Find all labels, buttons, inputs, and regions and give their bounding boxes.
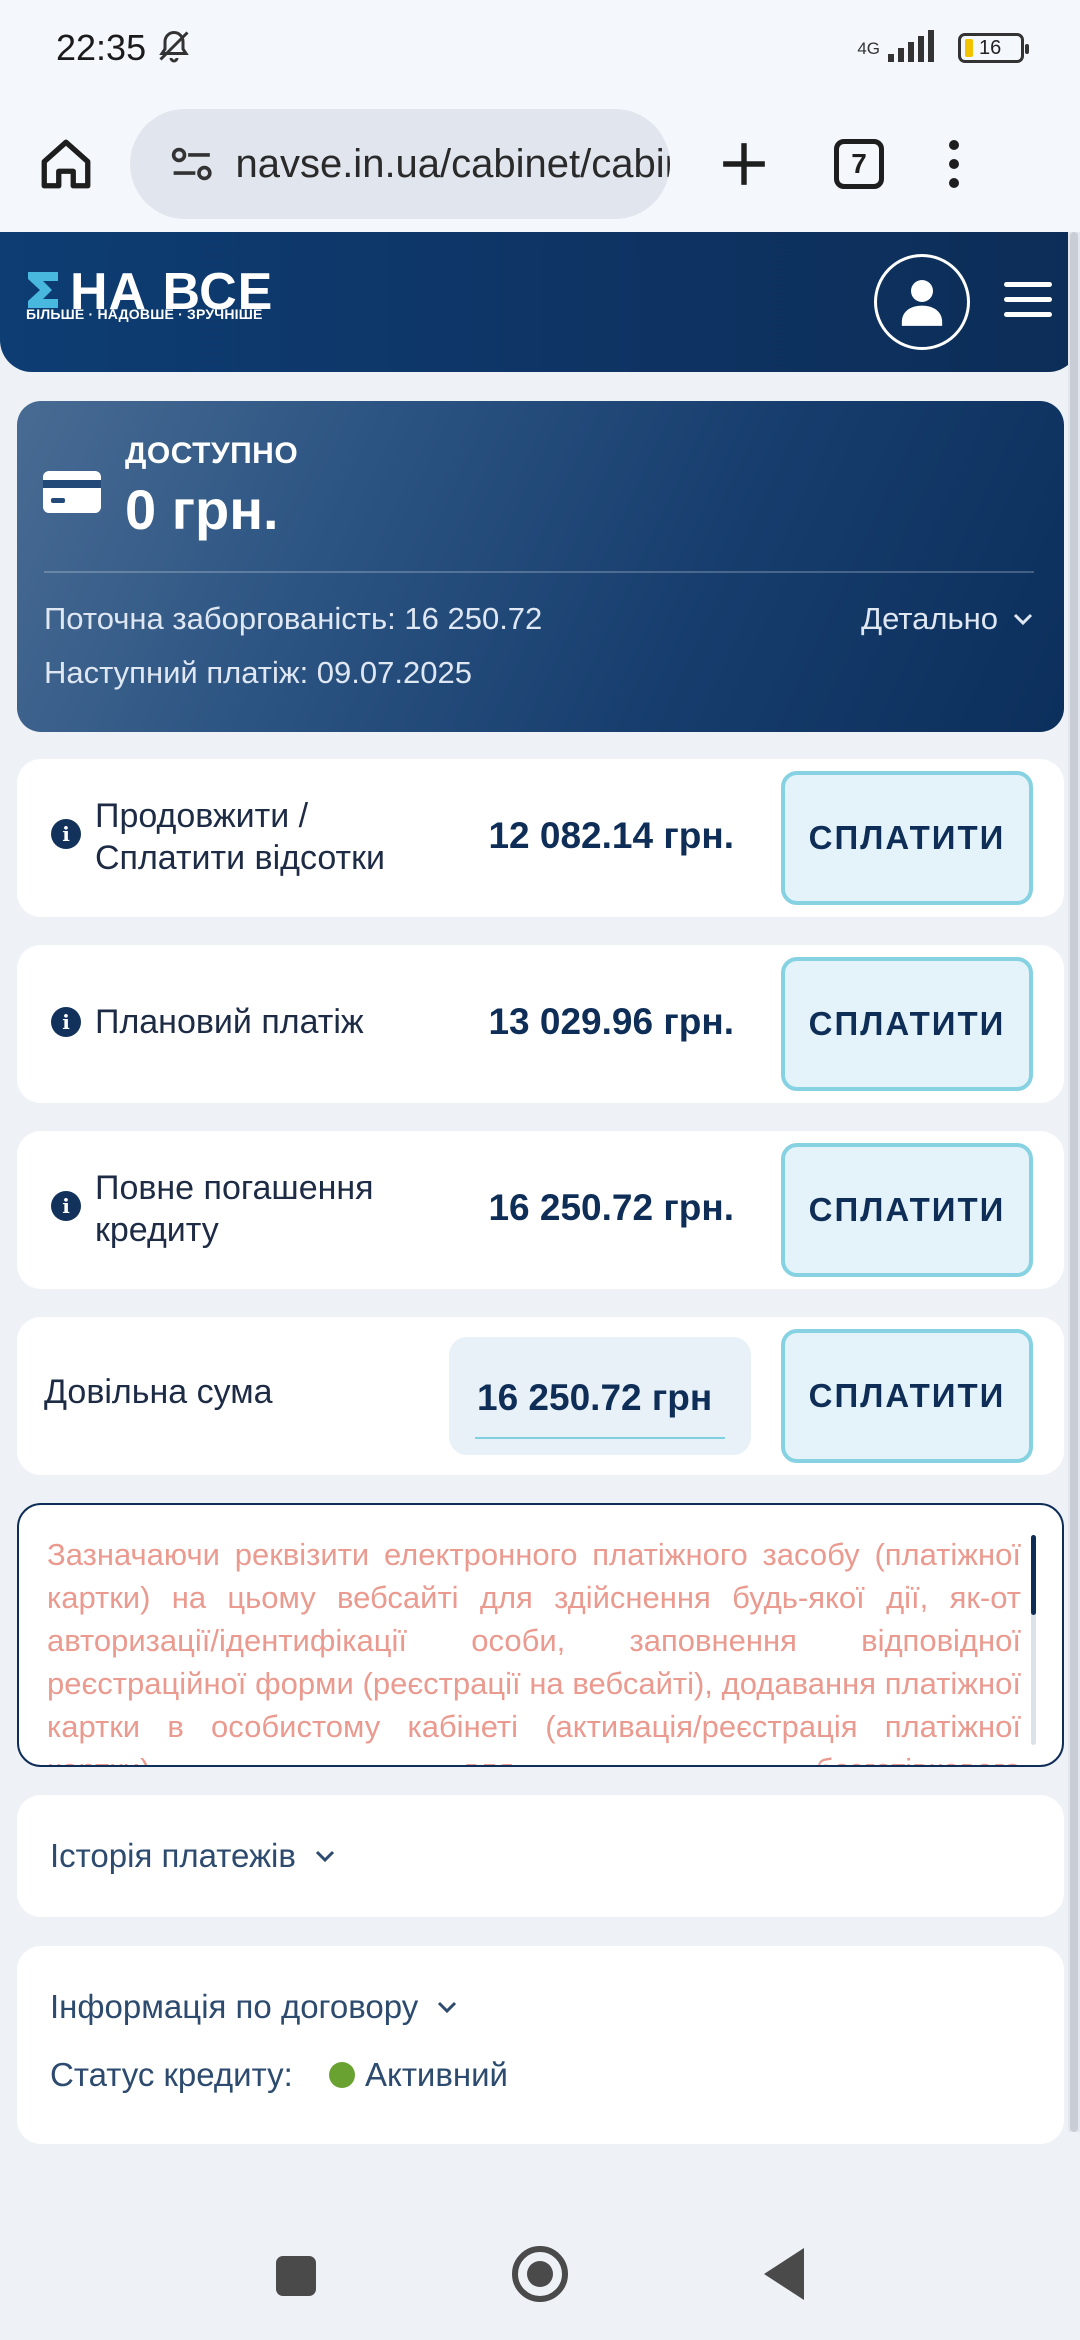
payment-row-custom: Довільна сума 16 250.72 грн СПЛАТИТИ [17, 1317, 1064, 1475]
bell-off-icon [156, 28, 192, 69]
payment-row-extend: i Продовжити / Сплатити відсотки 12 082.… [17, 759, 1064, 917]
credit-status-label: Статус кредиту: [50, 2056, 293, 2093]
payment-amount: 13 029.96 грн. [488, 1001, 734, 1042]
pay-button-custom[interactable]: СПЛАТИТИ [781, 1329, 1033, 1463]
balance-card: ДОСТУПНО 0 грн. Поточна заборгованість: … [17, 401, 1064, 732]
contract-info-toggle[interactable]: Інформація по договору [50, 1988, 458, 2026]
status-right: 4G 16 [857, 29, 1029, 67]
hamburger-line [1004, 297, 1052, 302]
status-time: 22:35 [56, 27, 147, 68]
sigma-logo-icon [28, 272, 58, 308]
status-left: 22:35 [56, 27, 192, 69]
url-text: navse.in.ua/cabinet/cabinet [235, 141, 670, 186]
battery-level: 16 [979, 37, 1002, 59]
info-icon[interactable]: i [51, 1191, 81, 1221]
chevron-down-icon [438, 2001, 457, 2014]
terms-box[interactable]: Зазначаючи реквізити електронного платіж… [17, 1503, 1064, 1767]
custom-amount-label: Довільна сума [44, 1373, 273, 1411]
payment-amount: 16 250.72 грн. [488, 1187, 734, 1228]
custom-amount-value: 16 250.72 грн [477, 1377, 713, 1418]
brand-slogan: БІЛЬШЕ · НАДОВШЕ · ЗРУЧНІШЕ [26, 306, 263, 322]
credit-card-icon [43, 471, 101, 513]
custom-amount-input[interactable]: 16 250.72 грн [449, 1337, 751, 1455]
battery-fill [965, 39, 973, 57]
payment-history-accordion: Історія платежів [17, 1795, 1064, 1917]
browser-menu-button[interactable] [934, 132, 974, 196]
hamburger-line [1004, 282, 1052, 287]
browser-home-button[interactable] [32, 130, 100, 198]
tab-switcher-button[interactable]: 7 [834, 139, 884, 189]
next-payment: Наступний платіж: 09.07.2025 [44, 655, 472, 690]
user-icon [901, 280, 943, 326]
back-button[interactable] [764, 2248, 804, 2300]
chevron-down-icon [1013, 613, 1033, 626]
battery-icon: 16 [958, 33, 1029, 63]
browser-toolbar: navse.in.ua/cabinet/cabinet 7 [0, 96, 1080, 232]
payment-amount: 12 082.14 грн. [488, 815, 734, 856]
address-bar[interactable]: navse.in.ua/cabinet/cabinet [130, 109, 670, 219]
chevron-down-icon [315, 1850, 334, 1863]
pay-button-planned[interactable]: СПЛАТИТИ [781, 957, 1033, 1091]
terms-text: Зазначаючи реквізити електронного платіж… [47, 1537, 1021, 1765]
payment-history-title: Історія платежів [50, 1837, 296, 1874]
hamburger-line [1004, 312, 1052, 317]
signal-icon [888, 29, 944, 67]
site-settings-icon[interactable] [170, 144, 213, 184]
terms-scrollbar-thumb[interactable] [1031, 1535, 1036, 1615]
more-vertical-icon [949, 140, 959, 188]
pay-button-extend[interactable]: СПЛАТИТИ [781, 771, 1033, 905]
available-amount: 0 грн. [125, 478, 279, 541]
payment-row-full: i Повне погашення кредиту 16 250.72 грн.… [17, 1131, 1064, 1289]
available-label: ДОСТУПНО [125, 437, 299, 470]
payment-label: Повне погашення кредиту [95, 1169, 374, 1249]
info-icon[interactable]: i [51, 1007, 81, 1037]
network-label: 4G [857, 38, 880, 58]
info-icon[interactable]: i [51, 819, 81, 849]
status-bar: 22:35 4G 16 [0, 0, 1080, 96]
contract-info-accordion: Інформація по договору Статус кредиту: А… [17, 1946, 1064, 2144]
plus-icon [723, 143, 765, 185]
details-label: Детально [861, 601, 998, 636]
payment-label: Продовжити / Сплатити відсотки [95, 797, 385, 877]
system-home-button[interactable] [512, 2246, 568, 2302]
payment-row-planned: i Плановий платіж 13 029.96 грн. СПЛАТИТ… [17, 945, 1064, 1103]
current-debt: Поточна заборгованість: 16 250.72 [44, 601, 543, 636]
recent-apps-button[interactable] [276, 2256, 316, 2296]
site-header: НА ВСЕ БІЛЬШЕ · НАДОВШЕ · ЗРУЧНІШЕ [0, 232, 1080, 372]
credit-status: Активний [329, 2056, 508, 2094]
payment-label: Плановий платіж [95, 1003, 364, 1041]
pay-button-full[interactable]: СПЛАТИТИ [781, 1143, 1033, 1277]
page-scrollbar-thumb[interactable] [1070, 232, 1078, 2132]
brand-logo[interactable]: НА ВСЕ БІЛЬШЕ · НАДОВШЕ · ЗРУЧНІШЕ [26, 263, 306, 338]
hamburger-menu-button[interactable] [1004, 282, 1054, 322]
input-underline [475, 1437, 725, 1439]
new-tab-button[interactable] [712, 132, 776, 196]
payment-history-toggle[interactable]: Історія платежів [50, 1837, 336, 1875]
contract-info-title: Інформація по договору [50, 1988, 419, 2025]
status-dot [329, 2062, 355, 2088]
card-divider [44, 571, 1034, 573]
details-toggle[interactable]: Детально [861, 601, 1034, 637]
credit-status-value: Активний [365, 2056, 508, 2093]
profile-button[interactable] [874, 254, 970, 350]
system-nav-bar [0, 2200, 1080, 2340]
home-icon [41, 139, 91, 189]
